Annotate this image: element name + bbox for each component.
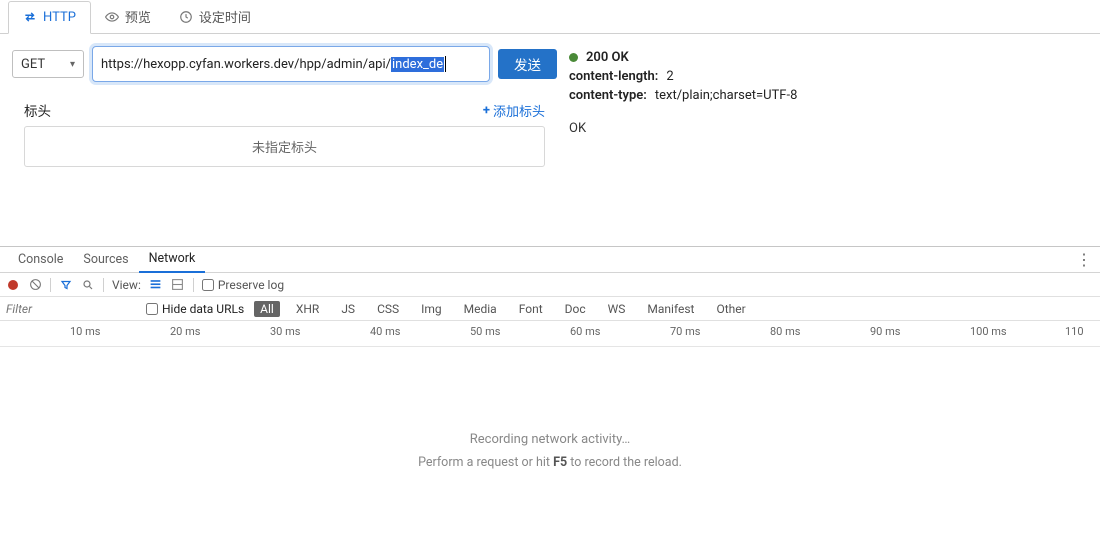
content-length-key: content-length:	[569, 69, 658, 84]
tab-timing[interactable]: 设定时间	[165, 0, 265, 33]
network-toolbar: View: Preserve log	[0, 273, 1100, 297]
headers-empty-placeholder: 未指定标头	[24, 126, 545, 167]
record-icon[interactable]	[6, 278, 20, 292]
filter-input[interactable]	[6, 300, 136, 318]
hide-data-urls-checkbox[interactable]: Hide data URLs	[146, 302, 244, 316]
network-timeline[interactable]: 10 ms 20 ms 30 ms 40 ms 50 ms 60 ms 70 m…	[0, 321, 1100, 347]
response-body: OK	[569, 121, 1088, 136]
send-button[interactable]: 发送	[498, 49, 557, 79]
method-select[interactable]: GET ▾	[12, 50, 84, 78]
method-value: GET	[21, 57, 45, 72]
filter-type-media[interactable]: Media	[458, 301, 503, 317]
separator-icon	[103, 278, 104, 292]
preserve-log-checkbox[interactable]: Preserve log	[202, 278, 284, 292]
add-header-button[interactable]: + 添加标头	[483, 101, 545, 120]
devtools-tabs: Console Sources Network ⋮	[0, 247, 1100, 273]
status-text: 200 OK	[586, 50, 629, 65]
filter-type-ws[interactable]: WS	[602, 301, 632, 317]
headers-title: 标头	[24, 100, 51, 120]
clear-icon[interactable]	[28, 278, 42, 292]
time-tick: 80 ms	[770, 325, 800, 338]
main-tabs: HTTP 预览 设定时间	[0, 0, 1100, 34]
tab-preview[interactable]: 预览	[91, 0, 165, 33]
plus-icon: +	[483, 103, 490, 118]
waterfall-icon[interactable]	[171, 278, 185, 292]
recording-line1: Recording network activity…	[470, 432, 631, 447]
time-tick: 10 ms	[70, 325, 100, 338]
tab-timing-label: 设定时间	[199, 7, 251, 26]
devtools-panel: Console Sources Network ⋮ View: Preserve…	[0, 246, 1100, 555]
filter-type-manifest[interactable]: Manifest	[641, 301, 700, 317]
time-tick: 40 ms	[370, 325, 400, 338]
filter-type-js[interactable]: JS	[335, 301, 361, 317]
time-tick: 20 ms	[170, 325, 200, 338]
time-tick: 50 ms	[470, 325, 500, 338]
tab-sources[interactable]: Sources	[73, 247, 138, 273]
recording-line2: Perform a request or hit F5 to record th…	[418, 455, 682, 470]
request-panel: GET ▾ https://hexopp.cyfan.workers.dev/h…	[0, 34, 1100, 175]
separator-icon	[193, 278, 194, 292]
url-input-wrap[interactable]: https://hexopp.cyfan.workers.dev/hpp/adm…	[92, 46, 490, 82]
filter-type-font[interactable]: Font	[513, 301, 549, 317]
content-length-value: 2	[666, 69, 673, 84]
preserve-log-label: Preserve log	[218, 278, 284, 292]
tab-console[interactable]: Console	[8, 247, 73, 273]
filter-type-xhr[interactable]: XHR	[290, 301, 325, 317]
network-filter-row: Hide data URLs All XHR JS CSS Img Media …	[0, 297, 1100, 321]
tab-preview-label: 预览	[125, 7, 151, 26]
swap-icon	[23, 10, 37, 24]
search-icon[interactable]	[81, 278, 95, 292]
large-rows-icon[interactable]	[149, 278, 163, 292]
filter-type-img[interactable]: Img	[415, 301, 448, 317]
eye-icon	[105, 10, 119, 24]
url-selected-text: index_de	[391, 57, 444, 72]
time-tick: 70 ms	[670, 325, 700, 338]
time-tick: 100 ms	[970, 325, 1007, 338]
chevron-down-icon: ▾	[70, 59, 75, 70]
preserve-log-input[interactable]	[202, 279, 214, 291]
status-dot-icon	[569, 53, 578, 62]
tab-http[interactable]: HTTP	[8, 1, 91, 34]
recording-line2-c: to record the reload.	[567, 455, 682, 470]
url-prefix: https://hexopp.cyfan.workers.dev/hpp/adm…	[101, 57, 391, 72]
tab-network[interactable]: Network	[139, 247, 206, 273]
time-tick: 60 ms	[570, 325, 600, 338]
recording-line2-key: F5	[553, 455, 567, 470]
filter-type-other[interactable]: Other	[710, 301, 751, 317]
separator-icon	[50, 278, 51, 292]
filter-type-all[interactable]: All	[254, 301, 280, 317]
time-tick: 90 ms	[870, 325, 900, 338]
clock-icon	[179, 10, 193, 24]
time-tick: 110	[1065, 325, 1084, 338]
hide-data-urls-label: Hide data URLs	[162, 302, 244, 316]
recording-placeholder: Recording network activity… Perform a re…	[0, 347, 1100, 555]
response-panel: 200 OK content-length: 2 content-type: t…	[569, 46, 1088, 136]
time-tick: 30 ms	[270, 325, 300, 338]
content-type-key: content-type:	[569, 88, 647, 103]
view-label: View:	[112, 278, 141, 292]
add-header-label: 添加标头	[493, 101, 545, 120]
recording-line2-a: Perform a request or hit	[418, 455, 553, 470]
text-cursor-icon	[445, 56, 446, 72]
filter-icon[interactable]	[59, 278, 73, 292]
hide-data-urls-input[interactable]	[146, 303, 158, 315]
filter-type-css[interactable]: CSS	[371, 301, 405, 317]
tab-http-label: HTTP	[43, 10, 76, 25]
content-type-value: text/plain;charset=UTF-8	[655, 88, 798, 103]
more-icon[interactable]: ⋮	[1076, 250, 1092, 269]
filter-type-doc[interactable]: Doc	[559, 301, 592, 317]
